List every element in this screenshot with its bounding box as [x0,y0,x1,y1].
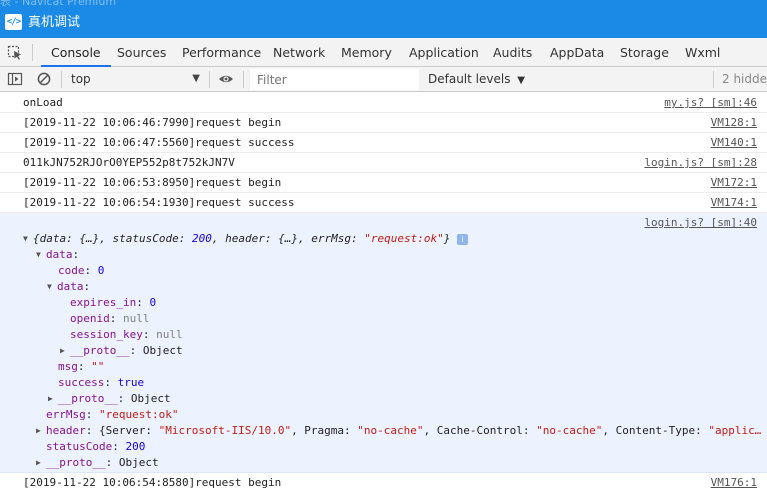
log-row: onLoad my.js? [sm]:46 [0,93,767,113]
property-msg: msg: "" [58,360,105,373]
info-icon[interactable]: i [456,234,468,245]
log-source-link[interactable]: VM174:1 [711,193,757,213]
toolbar-divider [243,71,244,88]
collapsed-triangle-icon[interactable]: ▶ [48,391,58,407]
log-row: [2019-11-22 10:06:54:1930]request succes… [0,193,767,213]
log-message: 011kJN752RJOrO0YEP552p8t752kJN7V [23,156,235,169]
expanded-triangle-icon[interactable]: ▼ [47,279,57,295]
log-message: [2019-11-22 10:06:46:7990]request begin [23,116,282,129]
tab-sources[interactable]: Sources [117,38,166,67]
background-window-title: 表 - Navicat Premium [0,0,117,8]
tab-bar-divider [32,44,33,61]
log-message: [2019-11-22 10:06:54:8580]request begin [23,476,282,488]
inspect-element-icon[interactable] [7,45,23,61]
property-session-key: session_key: null [70,328,183,341]
property-proto[interactable]: ▶ __proto__: Object [48,391,171,407]
toolbar-divider [713,71,714,88]
property-expires-in: expires_in: 0 [70,296,157,309]
tab-wxml[interactable]: Wxml [685,38,720,67]
object-summary-row[interactable]: ▼ {data: {…}, statusCode: 200, header: {…… [23,231,468,247]
console-filter-input[interactable] [250,69,419,90]
log-row: [2019-11-22 10:06:53:8950]request begin … [0,173,767,193]
toolbar-divider [209,71,210,88]
log-message: onLoad [23,96,63,109]
property-success: success: true [58,376,145,389]
context-selector[interactable]: top ▼ [71,67,204,92]
live-expression-eye-icon[interactable] [218,71,234,87]
log-source-link[interactable]: login.js? [sm]:28 [644,153,757,173]
console-output: onLoad my.js? [sm]:46 [2019-11-22 10:06:… [0,93,767,488]
tab-storage[interactable]: Storage [620,38,669,67]
log-source-link[interactable]: VM128:1 [711,113,757,133]
log-source-link[interactable]: VM176:1 [711,473,757,488]
property-errmsg: errMsg: "request:ok" [46,408,179,421]
console-toolbar: top ▼ Default levels ▼ 2 hidden [0,67,767,92]
log-levels-dropdown[interactable]: Default levels ▼ [428,67,525,92]
property-inner-data[interactable]: ▼ data: [47,279,90,295]
context-selector-label: top [71,72,91,86]
window-title: 真机调试 [28,15,81,30]
tab-memory[interactable]: Memory [341,38,392,67]
property-code: code: 0 [58,264,105,277]
tab-appdata[interactable]: AppData [550,38,604,67]
clear-console-icon[interactable] [36,71,52,87]
show-sidebar-icon[interactable] [7,71,23,87]
collapsed-triangle-icon[interactable]: ▶ [36,455,46,471]
devtools-app-icon: </> [5,14,22,30]
devtools-tab-bar: Console Sources Performance Network Memo… [0,38,767,67]
tab-performance[interactable]: Performance [182,38,261,67]
property-header[interactable]: ▶ header: {Server: "Microsoft-IIS/10.0", … [36,423,761,439]
log-source-link[interactable]: my.js? [sm]:46 [664,93,757,113]
log-row: [2019-11-22 10:06:54:8580]request begin … [0,473,767,488]
window-titlebar: 表 - Navicat Premium </> 真机调试 [0,0,767,38]
property-statuscode: statusCode: 200 [46,440,146,453]
log-levels-label: Default levels [428,72,511,86]
property-proto[interactable]: ▶ __proto__: Object [36,455,159,471]
log-row: [2019-11-22 10:06:47:5560]request succes… [0,133,767,153]
property-data[interactable]: ▼ data: [36,247,79,263]
tab-audits[interactable]: Audits [493,38,532,67]
property-openid: openid: null [70,312,150,325]
log-source-link[interactable]: VM140:1 [711,133,757,153]
dropdown-arrow-icon: ▼ [517,75,525,86]
log-source-link[interactable]: VM172:1 [711,173,757,193]
log-message: [2019-11-22 10:06:54:1930]request succes… [23,196,295,209]
hidden-messages-count: 2 hidden [722,72,767,86]
tab-console[interactable]: Console [41,38,111,67]
log-source-link[interactable]: login.js? [sm]:40 [644,213,757,233]
log-message: [2019-11-22 10:06:47:5560]request succes… [23,136,295,149]
expanded-triangle-icon[interactable]: ▼ [36,247,46,263]
expanded-triangle-icon[interactable]: ▼ [23,231,33,247]
property-proto[interactable]: ▶ __proto__: Object [60,343,183,359]
collapsed-triangle-icon[interactable]: ▶ [36,423,46,439]
collapsed-triangle-icon[interactable]: ▶ [60,343,70,359]
tab-application[interactable]: Application [409,38,479,67]
log-message: [2019-11-22 10:06:53:8950]request begin [23,176,282,189]
log-row: [2019-11-22 10:06:46:7990]request begin … [0,113,767,133]
log-row: 011kJN752RJOrO0YEP552p8t752kJN7V login.j… [0,153,767,173]
toolbar-divider [61,71,62,88]
tab-network[interactable]: Network [273,38,325,67]
dropdown-arrow-icon: ▼ [192,73,200,84]
object-log-entry: login.js? [sm]:40 ▼ {data: {…}, statusCod… [0,213,767,473]
